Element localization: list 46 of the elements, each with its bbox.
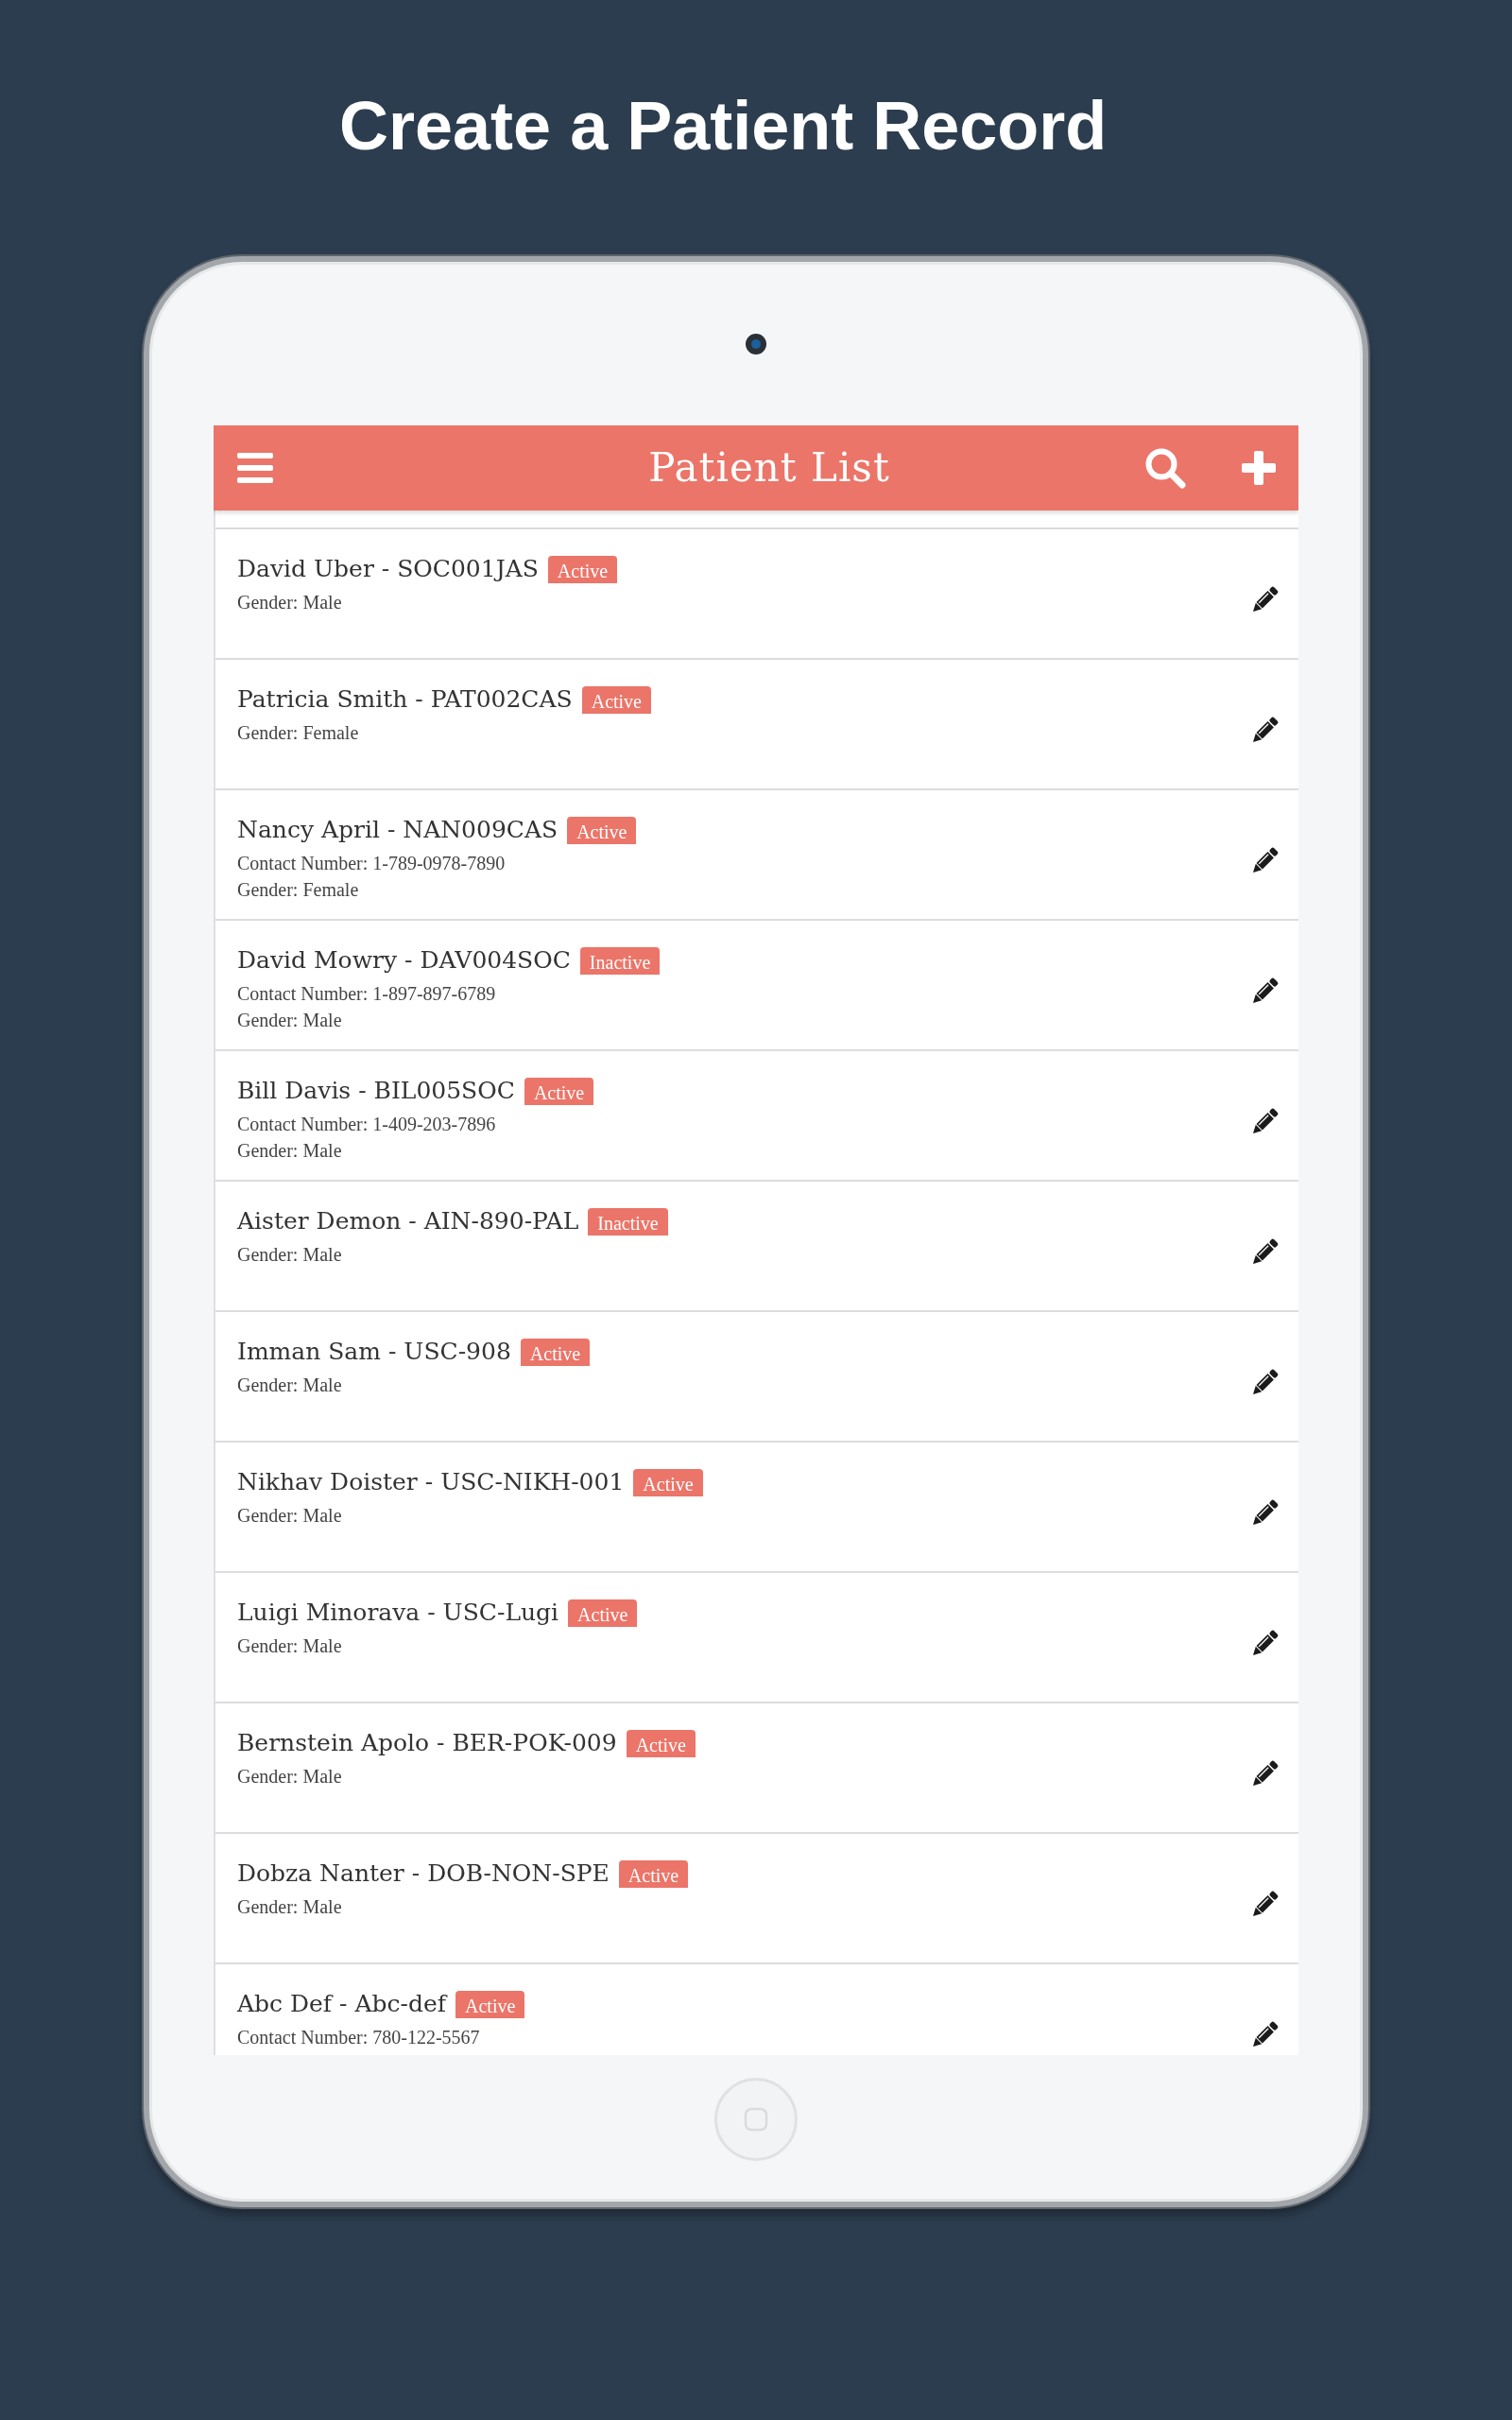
patient-name: Nikhav Doister - USC-NIKH-001 — [237, 1467, 625, 1497]
contact-number-text: Contact Number: 1-409-203-7896 — [237, 1113, 497, 1136]
status-badge: Active — [618, 1860, 689, 1888]
gender-text: Gender: Male — [237, 1504, 343, 1528]
gender-text: Gender: Female — [237, 721, 360, 745]
status-badge: Active — [547, 556, 618, 583]
status-badge: Active — [520, 1339, 591, 1366]
contact-number-text: Contact Number: 780-122-5567 — [237, 2026, 481, 2049]
status-badge: Inactive — [588, 1208, 668, 1236]
status-badge: Active — [568, 1599, 638, 1627]
patient-name: Imman Sam - USC-908 — [237, 1337, 511, 1367]
patient-name: David Uber - SOC001JAS — [237, 554, 539, 584]
screen-title: Patient List — [647, 444, 890, 492]
page-headline: Create a Patient Record — [339, 87, 1108, 160]
patient-name: Bill Davis - BIL005SOC — [237, 1076, 515, 1106]
gender-text: Gender: Male — [237, 1765, 343, 1789]
patient-name: Dobza Nanter - DOB-NON-SPE — [237, 1858, 610, 1889]
camera-icon — [746, 334, 766, 354]
gender-text: Gender: Female — [237, 878, 360, 902]
patient-name: Nancy April - NAN009CAS — [237, 815, 558, 845]
gender-text: Gender: Male — [237, 591, 343, 614]
home-button-icon — [714, 2078, 798, 2161]
patient-name: Abc Def - Abc-def — [237, 1989, 446, 2019]
status-badge: Active — [626, 1730, 696, 1757]
status-badge: Active — [581, 686, 651, 714]
patient-name: Luigi Minorava - USC-Lugi — [237, 1598, 559, 1628]
gender-text: Gender: Male — [237, 1895, 343, 1919]
menu-icon[interactable] — [237, 452, 273, 484]
patient-name: Aister Demon - AIN-890-PAL — [237, 1206, 579, 1236]
contact-number-text: Contact Number: 1-789-0978-7890 — [237, 852, 507, 875]
status-badge: Active — [633, 1469, 703, 1496]
patient-name: Bernstein Apolo - BER-POK-009 — [237, 1728, 617, 1758]
add-icon[interactable] — [1242, 451, 1276, 485]
gender-text: Gender: Male — [237, 1139, 343, 1163]
patient-name: Patricia Smith - PAT002CAS — [237, 684, 573, 715]
status-badge: Active — [455, 1991, 525, 2018]
gender-text: Gender: Male — [237, 1634, 343, 1658]
gender-text: Gender: Male — [237, 1374, 343, 1397]
gender-text: Gender: Male — [237, 1009, 343, 1032]
search-icon[interactable] — [1144, 447, 1186, 489]
patient-name: David Mowry - DAV004SOC — [237, 945, 571, 976]
contact-number-text: Contact Number: 1-897-897-6789 — [237, 982, 497, 1006]
status-badge: Inactive — [579, 947, 661, 975]
gender-text: Gender: Male — [237, 1243, 343, 1267]
status-badge: Active — [567, 817, 637, 844]
status-badge: Active — [524, 1078, 594, 1105]
